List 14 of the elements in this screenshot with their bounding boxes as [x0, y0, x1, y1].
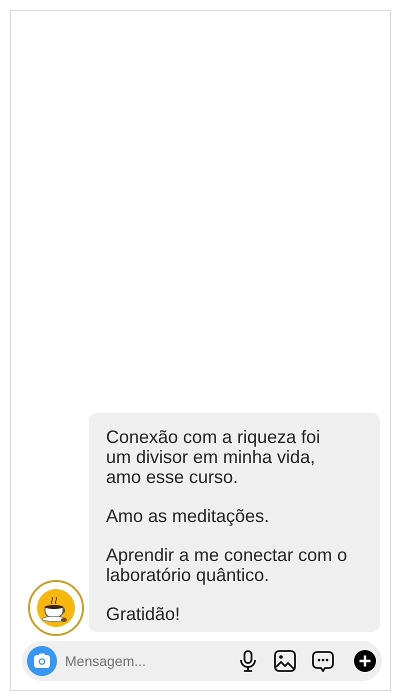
microphone-icon — [238, 650, 258, 672]
message-text: Amo as meditações. — [106, 506, 270, 526]
avatar-icon — [28, 580, 84, 636]
add-button[interactable] — [354, 650, 376, 672]
plus-icon — [354, 650, 376, 672]
camera-icon — [33, 653, 51, 669]
microphone-button[interactable] — [238, 650, 258, 672]
message-text: Aprendir a me conectar com o laboratório quântico. — [106, 545, 348, 585]
message-text: Gratidão! — [106, 604, 182, 624]
chat-bubble-icon — [312, 650, 334, 672]
sticker-button[interactable] — [312, 650, 334, 672]
image-icon — [274, 650, 296, 672]
gallery-button[interactable] — [274, 650, 296, 672]
message-text: Conexão com a riqueza foi um divisor em minha vida, amo esse curso. — [106, 427, 322, 487]
